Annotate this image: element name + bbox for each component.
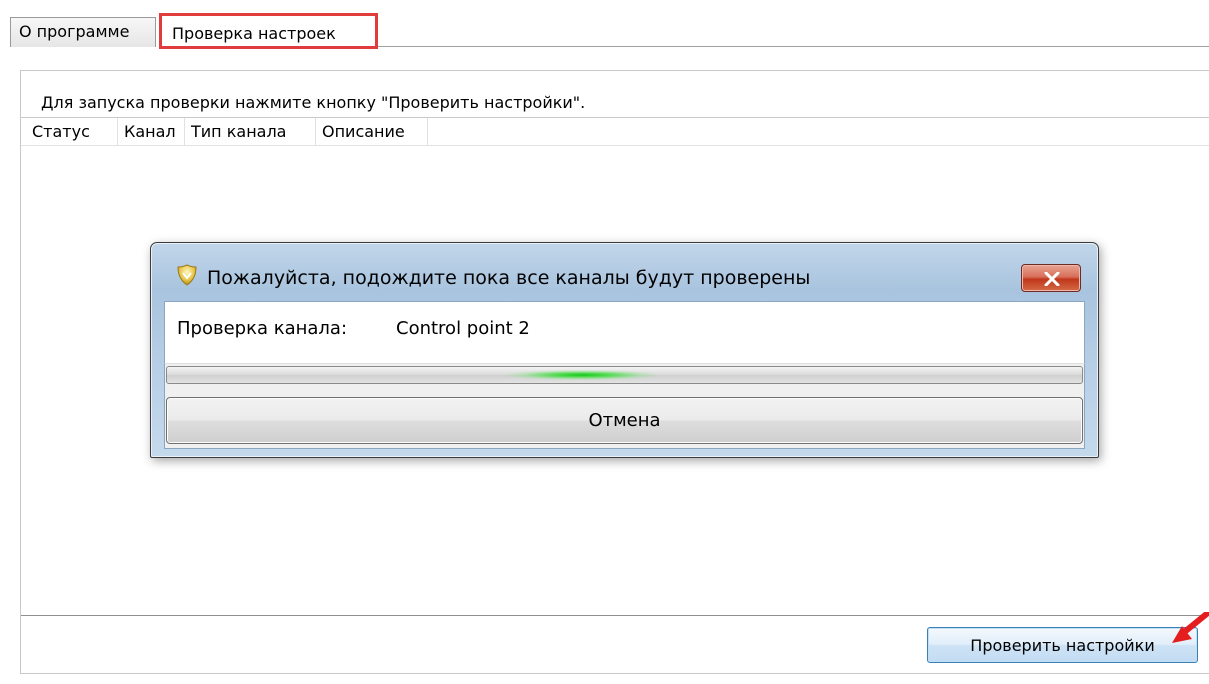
progress-marquee	[507, 370, 657, 380]
close-icon	[1044, 272, 1060, 286]
instruction-text: Для запуска проверки нажмите кнопку "Про…	[41, 93, 586, 112]
dialog-content: Проверка канала: Control point 2	[164, 301, 1085, 363]
column-description[interactable]: Описание	[316, 118, 428, 146]
tab-about[interactable]: О программе	[10, 17, 156, 47]
tab-baseline	[378, 46, 1209, 47]
channel-value: Control point 2	[396, 318, 530, 339]
column-channel[interactable]: Канал	[118, 118, 185, 146]
column-status[interactable]: Статус	[21, 118, 118, 146]
progress-dialog: Пожалуйста, подождите пока все каналы бу…	[150, 242, 1099, 458]
tab-strip: О программе Проверка настроек	[10, 13, 1209, 49]
check-settings-button[interactable]: Проверить настройки	[927, 627, 1198, 663]
list-header: Статус Канал Тип канала Описание	[21, 118, 1209, 146]
shield-icon	[177, 264, 197, 286]
dialog-title: Пожалуйста, подождите пока все каналы бу…	[207, 267, 811, 289]
progress-bar	[166, 366, 1083, 384]
tab-settings-check[interactable]: Проверка настроек	[159, 13, 378, 49]
cancel-button[interactable]: Отмена	[166, 397, 1083, 444]
channel-label: Проверка канала:	[177, 318, 348, 339]
close-button[interactable]	[1021, 264, 1081, 292]
column-channel-type[interactable]: Тип канала	[185, 118, 316, 146]
